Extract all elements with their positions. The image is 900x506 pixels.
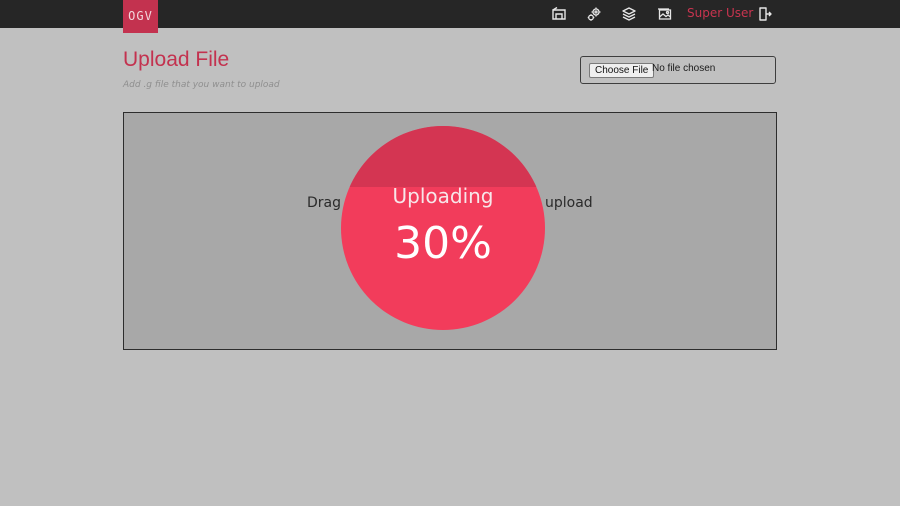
upload-percent: 30% — [394, 218, 492, 269]
layers-icon[interactable] — [621, 6, 637, 22]
file-status-text: No file chosen — [652, 63, 716, 74]
app-logo[interactable]: OGV — [123, 0, 158, 33]
page-subtitle: Add .g file that you want to upload — [123, 80, 280, 90]
page-title: Upload File — [123, 48, 230, 71]
file-input[interactable]: Choose File No file chosen — [580, 56, 776, 84]
uploading-label: Uploading — [392, 184, 494, 208]
upload-progress-indicator: Uploading 30% — [341, 126, 545, 330]
logout-icon[interactable] — [757, 6, 773, 22]
dropzone-text-right: upload — [545, 195, 593, 211]
dropzone-text-left: Drag — [307, 195, 342, 211]
upload-dropzone[interactable]: Drag upload Uploading 30% — [123, 112, 777, 350]
gallery-icon[interactable] — [657, 6, 673, 22]
user-menu-link[interactable]: Super User — [687, 6, 753, 20]
dashboard-icon[interactable] — [551, 6, 567, 22]
settings-gears-icon[interactable] — [586, 6, 602, 22]
top-navbar: OGV Super User — [0, 0, 900, 33]
choose-file-button[interactable]: Choose File — [589, 63, 655, 78]
upload-progress-fill — [341, 126, 545, 188]
